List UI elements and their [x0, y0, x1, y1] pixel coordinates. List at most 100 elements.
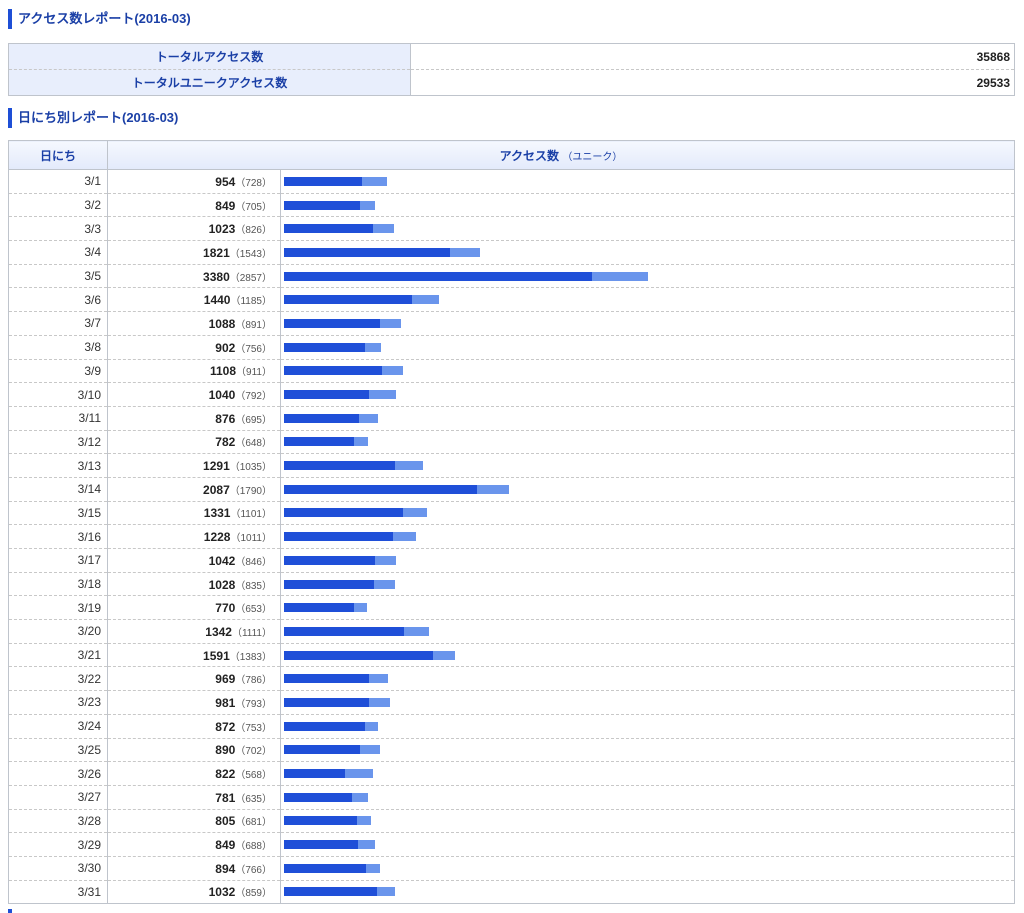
day-label: 3/4 — [8, 240, 108, 265]
unique-access-value: 786 — [245, 675, 262, 687]
daily-row: 3/30 894（766） — [8, 856, 1015, 881]
unique-access-bar — [284, 792, 353, 802]
unique-access-value: 688 — [245, 841, 262, 853]
daily-row: 3/29 849（688） — [8, 832, 1015, 857]
bar-cell — [280, 382, 1015, 407]
day-label: 3/28 — [8, 809, 108, 834]
unique-access-bar — [284, 721, 366, 731]
bar-cell — [280, 856, 1015, 881]
access-counts: 1042（846） — [107, 548, 281, 573]
access-bar — [284, 508, 1014, 518]
bar-cell — [280, 643, 1015, 668]
daily-row: 3/7 1088（891） — [8, 311, 1015, 336]
total-access-value: 1228 — [203, 530, 231, 545]
access-bar — [284, 579, 1014, 589]
daily-header-row: 日にち アクセス数 （ユニーク） — [8, 140, 1015, 170]
daily-row: 3/5 3380（2857） — [8, 264, 1015, 289]
summary-value: 35868 — [410, 43, 1015, 70]
summary-table: トータルアクセス数 35868 トータルユニークアクセス数 29533 — [8, 43, 1015, 96]
daily-row: 3/18 1028（835） — [8, 572, 1015, 597]
unique-access-value: 846 — [245, 556, 262, 568]
access-bar — [284, 840, 1014, 850]
access-bar — [284, 413, 1014, 423]
access-bar — [284, 247, 1014, 257]
access-bar — [284, 650, 1014, 660]
total-access-value: 822 — [215, 767, 236, 782]
unique-access-bar — [284, 176, 363, 186]
total-access-value: 1821 — [203, 245, 230, 260]
daily-row: 3/1 954（728） — [8, 169, 1015, 194]
bar-cell — [280, 619, 1015, 644]
access-bar — [284, 816, 1014, 826]
total-access-value: 954 — [215, 174, 236, 189]
unique-access-value: 2857 — [239, 272, 262, 284]
access-counts: 1228（1011） — [107, 524, 281, 549]
day-label: 3/25 — [8, 738, 108, 763]
report-title: アクセス数レポート(2016-03) — [8, 9, 191, 29]
access-bar — [284, 200, 1014, 210]
access-counts: 1591（1383） — [107, 643, 281, 668]
total-access-value: 1088 — [208, 316, 236, 331]
access-counts: 872（753） — [107, 714, 281, 739]
bar-cell — [280, 809, 1015, 834]
unique-access-value: 826 — [245, 225, 262, 237]
unique-access-bar — [284, 532, 393, 542]
summary-label: トータルアクセス数 — [8, 43, 411, 70]
unique-access-value: 1185 — [240, 296, 262, 308]
daily-row: 3/2 849（705） — [8, 193, 1015, 218]
access-counts: 1440（1185） — [107, 287, 281, 313]
daily-row: 3/3 1023（826） — [8, 216, 1015, 242]
unique-access-bar — [284, 579, 374, 589]
access-bar — [284, 390, 1014, 400]
unique-access-value: 648 — [245, 438, 262, 450]
day-label: 3/16 — [8, 524, 108, 549]
day-label: 3/3 — [8, 216, 108, 242]
total-access-value: 782 — [215, 435, 236, 450]
daily-report-title: 日にち別レポート(2016-03) — [8, 108, 178, 128]
total-access-value: 849 — [215, 838, 236, 853]
total-access-value: 1042 — [208, 553, 236, 568]
access-counts: 849（705） — [107, 193, 281, 218]
daily-row: 3/23 981（793） — [8, 690, 1015, 715]
unique-access-bar — [284, 224, 373, 234]
unique-access-value: 835 — [245, 580, 262, 592]
total-access-value: 969 — [215, 672, 236, 687]
unique-access-bar — [284, 366, 383, 376]
day-label: 3/20 — [8, 619, 108, 644]
unique-access-bar — [284, 508, 403, 518]
total-access-value: 1342 — [205, 624, 232, 639]
daily-row: 3/14 2087（1790） — [8, 477, 1015, 502]
total-access-value: 876 — [215, 411, 236, 426]
unique-access-bar — [284, 295, 412, 305]
total-access-value: 890 — [215, 743, 236, 758]
bar-cell — [280, 785, 1015, 810]
access-counts: 1108（911） — [107, 359, 281, 384]
daily-row: 3/20 1342（1111） — [8, 619, 1015, 644]
total-access-value: 981 — [215, 695, 236, 710]
unique-access-value: 1383 — [239, 651, 262, 663]
access-counts: 805（681） — [107, 809, 281, 834]
day-label: 3/14 — [8, 477, 108, 502]
daily-row: 3/19 770（653） — [8, 595, 1015, 621]
access-counts: 1088（891） — [107, 311, 281, 336]
summary-label: トータルユニークアクセス数 — [8, 69, 411, 96]
day-label: 3/2 — [8, 193, 108, 218]
bar-cell — [280, 690, 1015, 715]
access-bar — [284, 484, 1014, 494]
daily-row: 3/9 1108（911） — [8, 359, 1015, 384]
unique-access-value: 859 — [245, 888, 262, 900]
access-counts: 782（648） — [107, 430, 281, 455]
daily-row: 3/10 1040（792） — [8, 382, 1015, 407]
access-counts: 1291（1035） — [107, 453, 281, 478]
bar-cell — [280, 216, 1015, 242]
bar-cell — [280, 453, 1015, 478]
access-counts: 1331（1101） — [107, 501, 281, 526]
bar-cell — [280, 832, 1015, 857]
bar-cell — [280, 524, 1015, 549]
daily-row: 3/28 805（681） — [8, 809, 1015, 834]
unique-access-bar — [284, 247, 451, 257]
unique-access-bar — [284, 840, 359, 850]
unique-access-value: 911 — [246, 367, 262, 379]
unique-access-bar — [284, 887, 377, 897]
bar-cell — [281, 880, 1015, 904]
